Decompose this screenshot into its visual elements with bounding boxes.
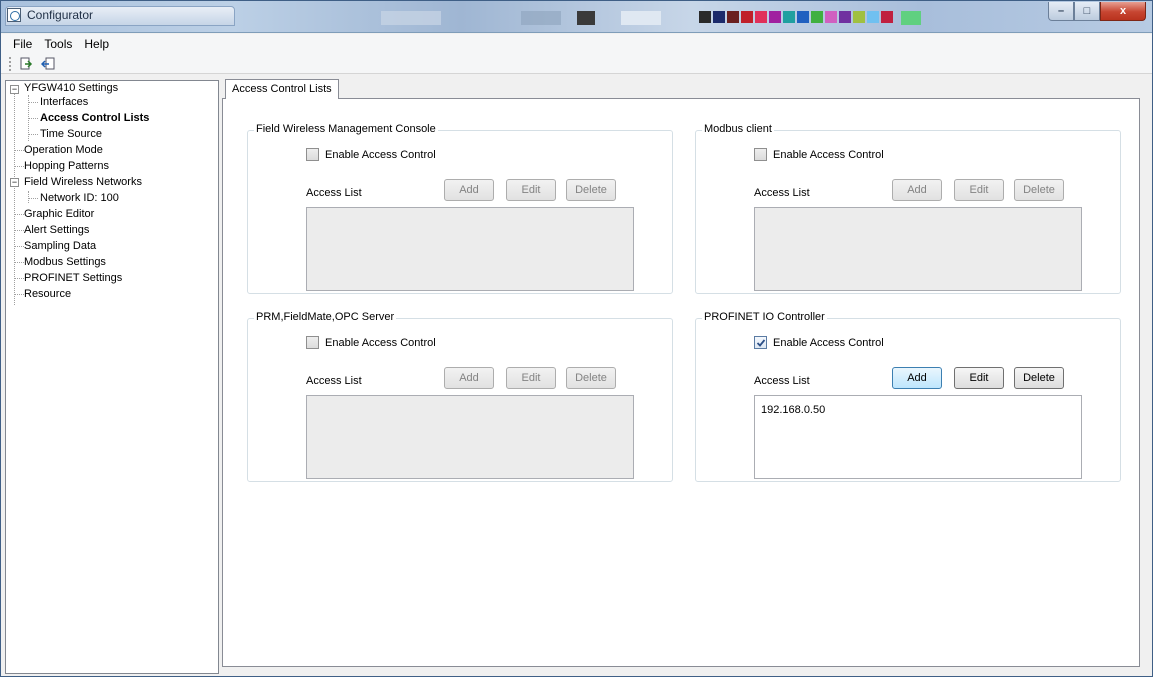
add-button[interactable]: Add — [444, 179, 494, 201]
window-title: Configurator — [27, 8, 94, 22]
tree-item-time-source[interactable]: Time Source — [38, 126, 104, 142]
menu-help[interactable]: Help — [78, 37, 115, 51]
tree-expander-fwn[interactable]: − — [10, 178, 19, 187]
access-list-label: Access List — [754, 187, 810, 199]
access-list-box[interactable] — [306, 207, 634, 291]
edit-button[interactable]: Edit — [506, 179, 556, 201]
edit-button[interactable]: Edit — [954, 367, 1004, 389]
toolbar — [1, 54, 1152, 74]
tree-item-field-wireless-networks[interactable]: Field Wireless Networks — [22, 174, 144, 190]
group-field-wireless-management-console: Field Wireless Management Console Enable… — [247, 123, 673, 294]
tree-item-hopping-patterns[interactable]: Hopping Patterns — [22, 158, 111, 174]
tree-item-label: PROFINET Settings — [24, 272, 123, 284]
title-bar[interactable]: Configurator – □ x — [1, 1, 1152, 33]
group-title: PRM,FieldMate,OPC Server — [254, 311, 397, 323]
list-item[interactable]: 192.168.0.50 — [755, 396, 1081, 416]
menu-tools[interactable]: Tools — [38, 37, 78, 51]
group-profinet-io-controller: PROFINET IO Controller Enable Access Con… — [695, 311, 1121, 482]
export-icon[interactable] — [40, 56, 56, 72]
tree-item-label: Graphic Editor — [24, 208, 95, 220]
tree-expander-root[interactable]: − — [10, 85, 19, 94]
toolbar-grip[interactable] — [9, 56, 12, 71]
enable-access-control-label: Enable Access Control — [325, 148, 436, 161]
tree-item-label: Access Control Lists — [40, 112, 150, 124]
minimize-button[interactable]: – — [1048, 2, 1074, 21]
menu-bar: File Tools Help — [1, 34, 1152, 54]
enable-access-control-checkbox[interactable] — [306, 148, 319, 161]
delete-button[interactable]: Delete — [1014, 179, 1064, 201]
group-title: Modbus client — [702, 123, 774, 135]
tree-item-label: Interfaces — [40, 96, 89, 108]
group-title: Field Wireless Management Console — [254, 123, 438, 135]
window-controls: – □ x — [1048, 2, 1146, 22]
tree-item-interfaces[interactable]: Interfaces — [38, 94, 90, 110]
tree-line — [28, 102, 38, 103]
tree-line — [28, 191, 29, 203]
maximize-button[interactable]: □ — [1074, 2, 1100, 21]
tree-line — [28, 118, 38, 119]
tree-item-label: Resource — [24, 288, 72, 300]
tree-item-label: Modbus Settings — [24, 256, 106, 268]
tree-item-label: Operation Mode — [24, 144, 103, 156]
access-list-label: Access List — [306, 375, 362, 387]
tree-item-label: Sampling Data — [24, 240, 97, 252]
enable-access-control-row[interactable]: Enable Access Control — [754, 148, 884, 161]
checkmark-icon — [756, 338, 765, 347]
menu-file[interactable]: File — [7, 37, 38, 51]
tree-item-label: Network ID: 100 — [40, 192, 119, 204]
tree-line — [28, 134, 38, 135]
access-list-label: Access List — [306, 187, 362, 199]
tree-item-label: Time Source — [40, 128, 102, 140]
close-button[interactable]: x — [1100, 2, 1146, 21]
enable-access-control-label: Enable Access Control — [325, 336, 436, 349]
access-list-box[interactable] — [306, 395, 634, 479]
tree-item-label: Alert Settings — [24, 224, 90, 236]
settings-tree[interactable]: − YFGW410 Settings Interfaces Access Con… — [5, 80, 219, 674]
tree-item-label: Hopping Patterns — [24, 160, 109, 172]
add-button[interactable]: Add — [892, 367, 942, 389]
enable-access-control-checkbox[interactable] — [754, 148, 767, 161]
tab-access-control-lists[interactable]: Access Control Lists — [225, 79, 339, 99]
tree-line — [14, 93, 15, 305]
access-list-box[interactable] — [754, 207, 1082, 291]
delete-button[interactable]: Delete — [566, 179, 616, 201]
group-modbus-client: Modbus client Enable Access Control Acce… — [695, 123, 1121, 294]
edit-button[interactable]: Edit — [954, 179, 1004, 201]
tree-item-sampling-data[interactable]: Sampling Data — [22, 238, 98, 254]
tree-item-resource[interactable]: Resource — [22, 286, 73, 302]
tree-item-alert-settings[interactable]: Alert Settings — [22, 222, 91, 238]
tree-item-profinet-settings[interactable]: PROFINET Settings — [22, 270, 124, 286]
content-area: Access Control Lists Field Wireless Mana… — [222, 77, 1147, 674]
enable-access-control-checkbox[interactable] — [754, 336, 767, 349]
enable-access-control-row[interactable]: Enable Access Control — [306, 336, 436, 349]
tree-line — [28, 198, 38, 199]
app-icon — [7, 8, 21, 22]
group-title: PROFINET IO Controller — [702, 311, 827, 323]
taskbar-color-strip — [381, 11, 921, 25]
enable-access-control-label: Enable Access Control — [773, 148, 884, 161]
tree-item-label: Field Wireless Networks — [24, 176, 142, 188]
import-icon[interactable] — [18, 56, 34, 72]
add-button[interactable]: Add — [892, 179, 942, 201]
tree-item-operation-mode[interactable]: Operation Mode — [22, 142, 105, 158]
group-prm-fieldmate-opc-server: PRM,FieldMate,OPC Server Enable Access C… — [247, 311, 673, 482]
tree-item-graphic-editor[interactable]: Graphic Editor — [22, 206, 96, 222]
tree-item-access-control-lists[interactable]: Access Control Lists — [38, 110, 151, 126]
enable-access-control-row[interactable]: Enable Access Control — [754, 336, 884, 349]
delete-button[interactable]: Delete — [1014, 367, 1064, 389]
access-list-label: Access List — [754, 375, 810, 387]
tree-item-network-id[interactable]: Network ID: 100 — [38, 190, 121, 206]
edit-button[interactable]: Edit — [506, 367, 556, 389]
app-window: Configurator – □ x File Tools Help − YFG… — [0, 0, 1153, 677]
enable-access-control-checkbox[interactable] — [306, 336, 319, 349]
add-button[interactable]: Add — [444, 367, 494, 389]
enable-access-control-label: Enable Access Control — [773, 336, 884, 349]
tree-item-modbus-settings[interactable]: Modbus Settings — [22, 254, 108, 270]
tree-item-label: YFGW410 Settings — [24, 82, 119, 94]
enable-access-control-row[interactable]: Enable Access Control — [306, 148, 436, 161]
delete-button[interactable]: Delete — [566, 367, 616, 389]
access-list-box[interactable]: 192.168.0.50 — [754, 395, 1082, 479]
tab-panel: Field Wireless Management Console Enable… — [222, 98, 1140, 667]
